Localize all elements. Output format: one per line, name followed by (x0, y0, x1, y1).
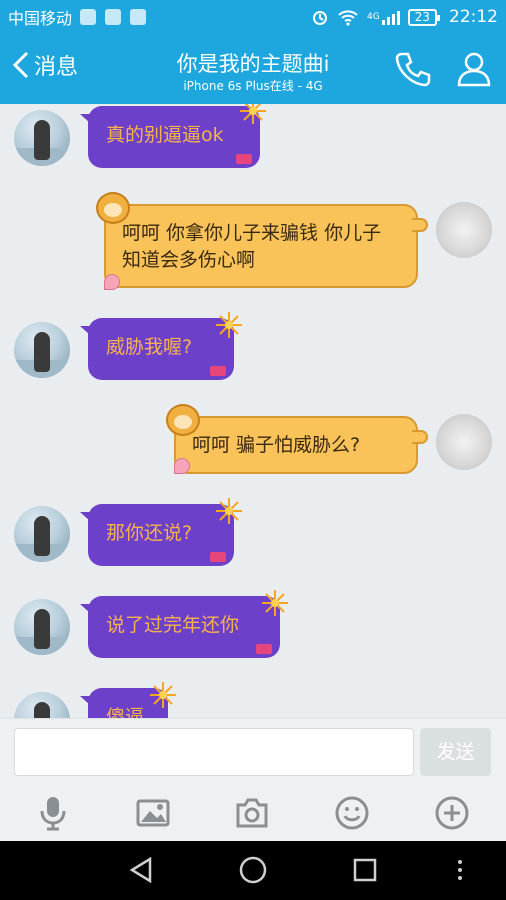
emoji-icon[interactable] (334, 795, 370, 831)
peach-icon (174, 458, 190, 474)
wifi-icon (338, 10, 358, 26)
notification-icon (80, 9, 97, 25)
firework-icon (262, 590, 288, 616)
plus-icon[interactable] (434, 795, 470, 831)
firework-icon (150, 682, 176, 708)
clock: 22:12 (449, 7, 498, 27)
more-vertical-icon[interactable] (450, 855, 470, 885)
contact-avatar[interactable] (14, 322, 70, 378)
message-text: 呵呵 骗子怕威胁么? (192, 434, 361, 456)
gem-icon (210, 366, 226, 376)
contact-avatar[interactable] (14, 599, 70, 655)
monkey-icon (166, 404, 200, 436)
my-avatar[interactable] (436, 414, 492, 470)
phone-icon[interactable] (394, 50, 432, 88)
contact-avatar[interactable] (14, 506, 70, 562)
person-icon[interactable] (455, 50, 493, 88)
contact-avatar[interactable] (14, 110, 70, 166)
system-navigation-bar (0, 841, 506, 900)
camera-icon[interactable] (234, 795, 270, 831)
peach-icon (104, 274, 120, 290)
message-input[interactable] (14, 728, 414, 776)
microphone-icon[interactable] (35, 795, 71, 831)
contact-avatar[interactable] (14, 692, 70, 718)
message-bubble-sent[interactable]: 呵呵 你拿你儿子来骗钱 你儿子知道会多伤心啊 (104, 204, 428, 288)
message-bubble-received[interactable]: 说了过完年还你 (80, 596, 280, 658)
message-text: 傻逼 (106, 706, 145, 718)
send-button[interactable]: 发送 (420, 728, 491, 776)
message-bubble-received[interactable]: 真的别逼逼ok (80, 106, 260, 168)
image-icon[interactable] (135, 795, 171, 831)
gem-icon (256, 644, 272, 654)
monkey-icon (96, 192, 130, 224)
back-triangle-icon[interactable] (126, 855, 156, 885)
firework-icon (216, 498, 242, 524)
home-circle-icon[interactable] (238, 855, 268, 885)
network-type-label: 4G (367, 12, 380, 22)
notification-icon (105, 9, 122, 25)
input-bar: 发送 (0, 718, 506, 785)
status-bar: 中国移动 4G 23 22:12 (0, 0, 506, 34)
message-bubble-sent[interactable]: 呵呵 骗子怕威胁么? (174, 416, 428, 474)
notification-icon (130, 9, 147, 25)
input-toolbar (0, 785, 506, 841)
message-text: 那你还说? (106, 522, 193, 544)
firework-icon (240, 104, 266, 124)
signal-icon (381, 9, 400, 25)
carrier-label: 中国移动 (8, 9, 73, 28)
gem-icon (236, 154, 252, 164)
my-avatar[interactable] (436, 202, 492, 258)
message-list[interactable]: 真的别逼逼ok 呵呵 你拿你儿子来骗钱 你儿子知道会多伤心啊 威胁我喔? 呵呵 … (0, 104, 506, 718)
message-text: 说了过完年还你 (106, 614, 240, 636)
alarm-icon (313, 11, 328, 25)
firework-icon (216, 312, 242, 338)
message-text: 威胁我喔? (106, 336, 193, 358)
chat-header: 消息 你是我的主题曲i iPhone 6s Plus在线 - 4G (0, 34, 506, 104)
recents-square-icon[interactable] (350, 855, 380, 885)
gem-icon (210, 552, 226, 562)
message-text: 真的别逼逼ok (106, 124, 224, 146)
battery-icon: 23 (407, 8, 441, 26)
message-text: 呵呵 你拿你儿子来骗钱 你儿子知道会多伤心啊 (122, 222, 382, 271)
